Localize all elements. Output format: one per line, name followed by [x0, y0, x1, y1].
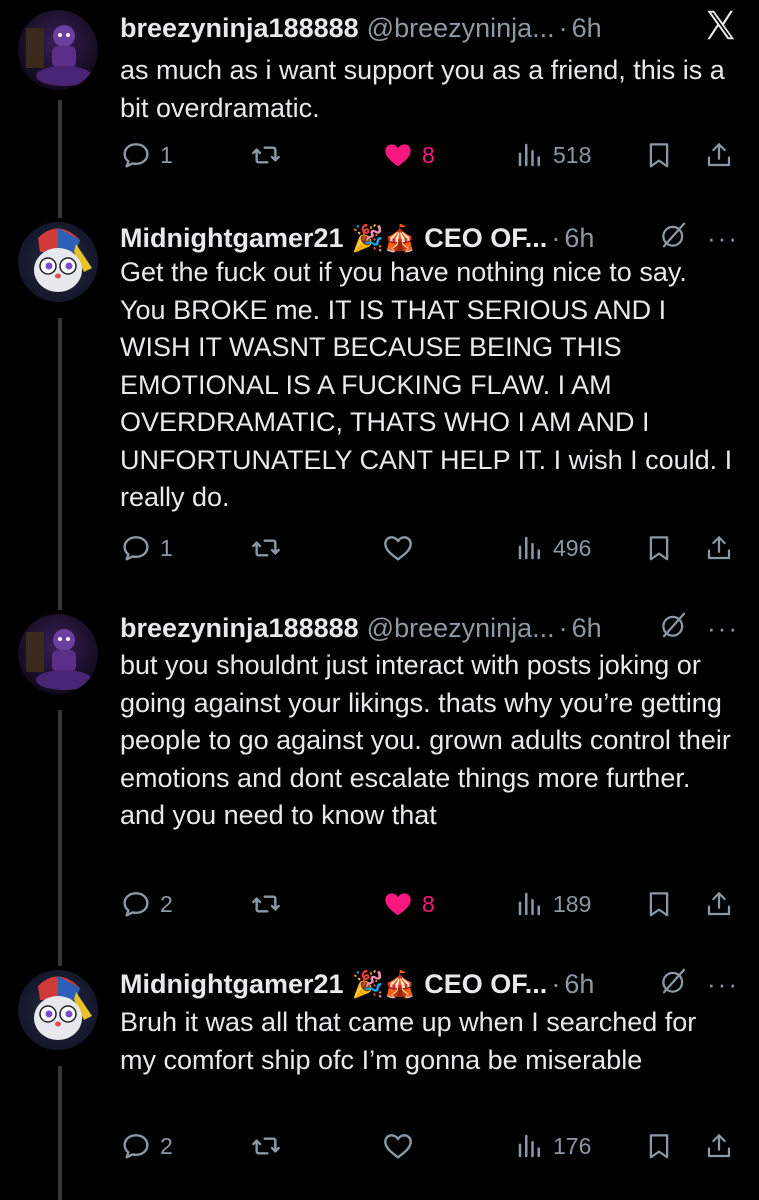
action-bar: 2 8 189 [120, 884, 743, 924]
display-name[interactable]: Midnightgamer21 [120, 223, 344, 254]
views-icon [518, 892, 540, 916]
bookmark-button[interactable] [644, 884, 674, 924]
retweet-icon [252, 146, 280, 164]
bookmark-button[interactable] [644, 135, 674, 175]
share-icon [707, 536, 731, 560]
like-button[interactable]: 8 [382, 884, 435, 924]
views-icon [518, 1134, 540, 1158]
views-icon [518, 143, 540, 167]
reply-button[interactable]: 2 [120, 884, 173, 924]
view-count: 189 [553, 890, 592, 917]
share-button[interactable] [704, 135, 734, 175]
profile-badges: 🎉🎪 [351, 222, 417, 253]
reply-icon [123, 892, 149, 917]
reply-icon [123, 536, 149, 561]
view-count: 496 [553, 534, 592, 561]
profile-badges: 🎉🎪 [351, 968, 417, 999]
action-bar: 2 176 [120, 1126, 743, 1166]
heart-filled-icon [385, 893, 411, 916]
tweet-text: Get the fuck out if you have nothing nic… [120, 257, 733, 512]
like-count: 8 [422, 890, 435, 917]
user-handle[interactable]: @breezyninja... [367, 613, 555, 644]
separator-dot: · [551, 222, 561, 253]
grok-icon[interactable] [659, 220, 689, 257]
separator-dot: · [558, 12, 568, 43]
tweet-text: as much as i want support you as a frien… [120, 55, 725, 123]
more-options-icon[interactable]: ··· [707, 969, 739, 1000]
bookmark-button[interactable] [644, 528, 674, 568]
share-button[interactable] [704, 528, 734, 568]
retweet-button[interactable] [250, 884, 282, 924]
timestamp[interactable]: 6h [564, 969, 594, 1000]
reply-button[interactable]: 2 [120, 1126, 173, 1166]
reply-count: 1 [160, 534, 173, 561]
tweet-text: Bruh it was all that came up when I sear… [120, 1007, 697, 1075]
grok-icon[interactable] [659, 610, 689, 647]
view-count: 518 [553, 141, 592, 168]
avatar[interactable] [18, 614, 98, 694]
view-count: 176 [553, 1132, 592, 1159]
bookmark-button[interactable] [644, 1126, 674, 1166]
heart-icon [384, 536, 412, 561]
reply-button[interactable]: 1 [120, 135, 173, 175]
avatar[interactable] [18, 10, 98, 90]
views-icon [518, 536, 540, 560]
share-icon [707, 892, 731, 916]
timestamp[interactable]: 6h [572, 613, 602, 644]
avatar[interactable] [18, 222, 98, 302]
action-bar: 1 8 518 [120, 135, 743, 175]
action-bar: 1 496 [120, 528, 743, 568]
tweet[interactable]: Midnightgamer21 🎉🎪 CEO OF... · 6h ··· Br… [0, 962, 759, 1200]
like-button[interactable] [382, 1126, 422, 1166]
timestamp[interactable]: 6h [572, 13, 602, 44]
views-button[interactable]: 518 [515, 135, 591, 175]
bio-title[interactable]: CEO OF... [424, 969, 547, 1000]
heart-filled-icon [385, 144, 411, 167]
avatar[interactable] [18, 970, 98, 1050]
like-count: 8 [422, 141, 435, 168]
reply-icon [123, 143, 149, 168]
reply-count: 2 [160, 1132, 173, 1159]
display-name[interactable]: breezyninja188888 [120, 613, 359, 644]
more-options-icon[interactable]: ··· [707, 223, 739, 254]
more-options-icon[interactable]: ··· [707, 613, 739, 644]
retweet-icon [252, 1137, 280, 1155]
views-button[interactable]: 176 [515, 1126, 591, 1166]
share-icon [707, 143, 731, 167]
share-button[interactable] [704, 1126, 734, 1166]
timestamp[interactable]: 6h [564, 223, 594, 254]
display-name[interactable]: Midnightgamer21 [120, 969, 344, 1000]
retweet-icon [252, 539, 280, 557]
bookmark-icon [649, 1134, 669, 1159]
bookmark-icon [649, 892, 669, 917]
views-button[interactable]: 189 [515, 884, 591, 924]
user-handle[interactable]: @breezyninja... [367, 13, 555, 44]
separator-dot: · [551, 968, 561, 999]
tweet-text: but you shouldnt just interact with post… [120, 650, 731, 830]
like-button[interactable]: 8 [382, 135, 435, 175]
reply-icon [123, 1134, 149, 1159]
retweet-button[interactable] [250, 528, 282, 568]
share-button[interactable] [704, 884, 734, 924]
display-name[interactable]: breezyninja188888 [120, 13, 359, 44]
reply-button[interactable]: 1 [120, 528, 173, 568]
tweet[interactable]: breezyninja188888 @breezyninja... · 6h a… [0, 0, 759, 200]
views-button[interactable]: 496 [515, 528, 591, 568]
bookmark-icon [649, 536, 669, 561]
reply-count: 2 [160, 890, 173, 917]
x-logo-icon[interactable] [701, 6, 739, 51]
bio-title[interactable]: CEO OF... [424, 223, 547, 254]
retweet-button[interactable] [250, 135, 282, 175]
like-button[interactable] [382, 528, 422, 568]
tweet[interactable]: breezyninja188888 @breezyninja... · 6h ·… [0, 606, 759, 946]
share-icon [707, 1134, 731, 1158]
reply-count: 1 [160, 141, 173, 168]
bookmark-icon [649, 143, 669, 168]
heart-icon [384, 1134, 412, 1159]
retweet-icon [252, 895, 280, 913]
tweet[interactable]: Midnightgamer21 🎉🎪 CEO OF... · 6h ··· Ge… [0, 214, 759, 594]
grok-icon[interactable] [659, 966, 689, 1003]
retweet-button[interactable] [250, 1126, 282, 1166]
separator-dot: · [558, 612, 568, 643]
